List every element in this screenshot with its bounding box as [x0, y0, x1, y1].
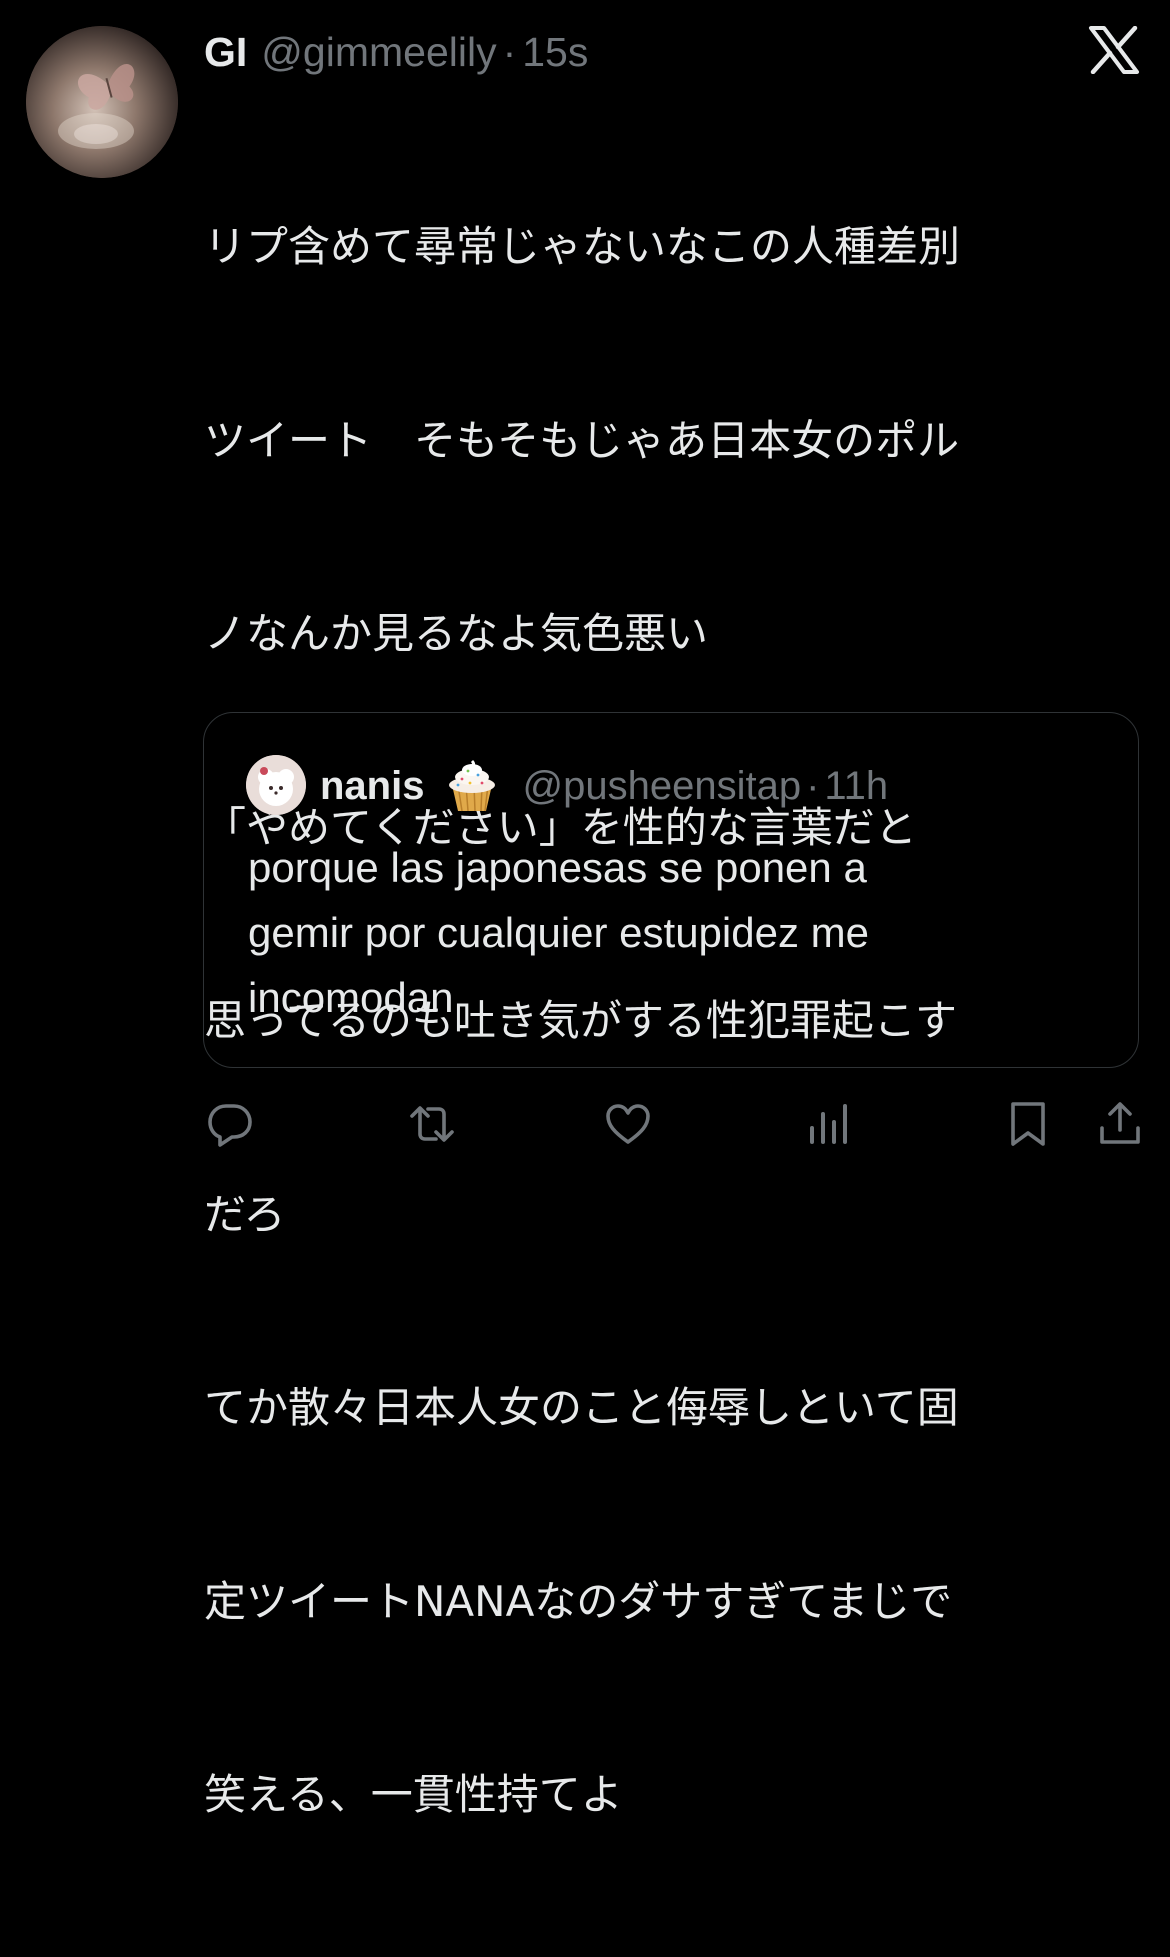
quoted-author-avatar[interactable] [246, 755, 306, 815]
repost-icon [410, 1106, 454, 1142]
like-button[interactable] [604, 1100, 652, 1148]
quoted-text-line: porque las japonesas se ponen a [248, 844, 867, 891]
tweet-text-line: てか散々日本人女のこと侮辱しといて固 [204, 1383, 959, 1432]
reply-icon [208, 1104, 252, 1147]
views-button[interactable] [804, 1100, 852, 1148]
repost-button[interactable] [408, 1100, 456, 1148]
quoted-tweet[interactable]: nanis @pusheensitap · 11h porque las jap… [203, 712, 1139, 1068]
quoted-tweet-timestamp[interactable]: 11h [824, 764, 888, 809]
author-display-name[interactable]: GI [204, 29, 247, 76]
bookmark-icon [1011, 1102, 1045, 1146]
tweet-text-line: ノなんか見るなよ気色悪い [204, 609, 709, 658]
x-logo-icon [1088, 25, 1140, 75]
author-avatar[interactable] [26, 26, 178, 178]
quoted-text-line: incomodan [248, 974, 454, 1021]
tweet-header: GI @gimmeelily · 15s [204, 24, 588, 80]
share-button[interactable] [1096, 1100, 1144, 1148]
views-icon [810, 1104, 847, 1144]
heart-icon [606, 1104, 650, 1144]
tweet-timestamp[interactable]: 15s [522, 29, 588, 76]
tweet-text-line: 定ツイートNANAなのダサすぎてまじで [204, 1576, 953, 1626]
share-icon [1100, 1102, 1140, 1144]
quoted-tweet-text: porque las japonesas se ponen a gemir po… [248, 835, 1108, 1030]
tweet-text-line: 笑える、一貫性持てよ [204, 1770, 623, 1819]
tweet[interactable]: GI @gimmeelily · 15s リプ含めて尋常じゃないなこの人種差別 … [0, 0, 1170, 1819]
cupcake-icon [444, 759, 500, 813]
bookmark-button[interactable] [1004, 1100, 1052, 1148]
quoted-tweet-header: nanis @pusheensitap · 11h [320, 759, 888, 813]
separator-dot: · [806, 763, 820, 808]
quoted-author-handle[interactable]: @pusheensitap [522, 764, 801, 809]
tweet-text-line: ツイート そもそもじゃあ日本女のポル [204, 415, 960, 465]
separator-dot: · [502, 28, 517, 75]
quoted-author-display-name[interactable]: nanis [320, 764, 424, 809]
quoted-text-line: gemir por cualquier estupidez me [248, 909, 869, 956]
author-handle[interactable]: @gimmeelily [261, 29, 496, 76]
tweet-text-line: リプ含めて尋常じゃないなこの人種差別 [204, 222, 961, 271]
tweet-text-line: だろ [204, 1189, 286, 1239]
reply-button[interactable] [206, 1100, 254, 1148]
